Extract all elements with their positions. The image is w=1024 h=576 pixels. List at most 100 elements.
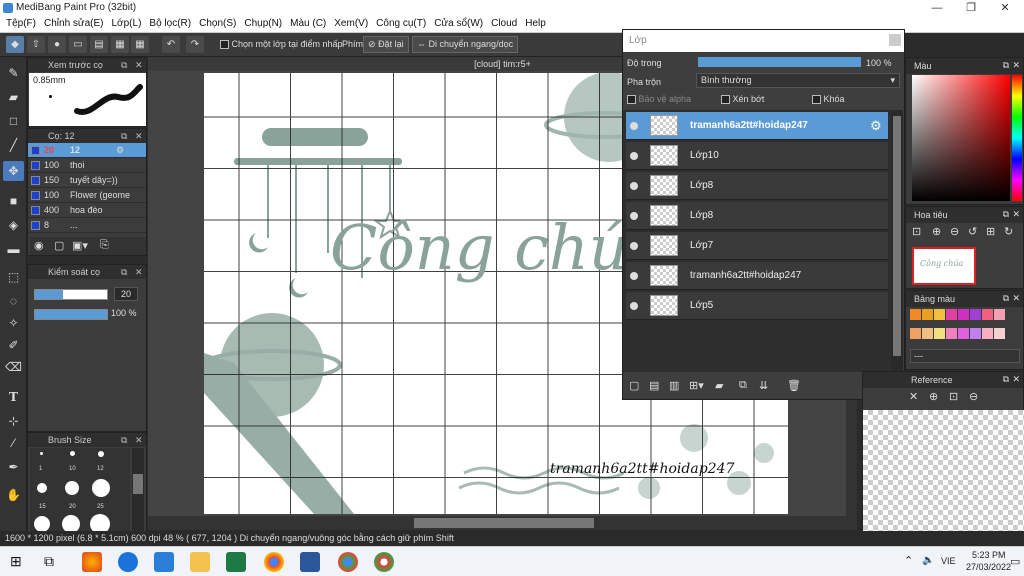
close-icon[interactable]: ✕ <box>135 433 143 447</box>
save-icon[interactable]: ⇧ <box>27 36 45 53</box>
layer-list-scrollbar[interactable] <box>891 110 903 372</box>
palette-swatch[interactable] <box>970 327 981 339</box>
palette-swatch[interactable] <box>946 327 957 339</box>
scrollbar-thumb[interactable] <box>414 518 594 528</box>
medibang-icon[interactable] <box>374 552 394 572</box>
file-explorer-icon[interactable] <box>190 552 210 572</box>
bucket-tool-icon[interactable]: ◈ <box>3 215 24 235</box>
size-dot[interactable] <box>34 516 50 532</box>
move-tool-icon[interactable]: ✥ <box>3 161 24 181</box>
close-icon[interactable]: ✕ <box>135 129 143 143</box>
brush-opacity-slider[interactable] <box>34 309 108 320</box>
visibility-icon[interactable] <box>630 122 638 130</box>
fill-rect-tool-icon[interactable]: ■ <box>3 191 24 211</box>
brush-copy-icon[interactable]: ⎘ <box>100 239 109 252</box>
size-dot[interactable] <box>40 452 43 455</box>
palette-name-field[interactable]: --- <box>910 349 1020 363</box>
undo-icon[interactable]: ↶ <box>162 36 180 53</box>
speaker-icon[interactable]: 🔈 <box>922 555 934 566</box>
clock-time[interactable]: 5:23 PM <box>972 550 1006 560</box>
edge-icon[interactable] <box>118 552 138 572</box>
menu-color[interactable]: Màu (C) <box>288 16 332 32</box>
palette-swatch[interactable] <box>982 309 993 320</box>
duplicate-layer-icon[interactable]: ⧉ <box>739 379 747 392</box>
popout-icon[interactable]: ⧉ <box>1003 60 1009 71</box>
close-button[interactable]: ✕ <box>988 0 1022 16</box>
layer-row[interactable]: Lớp5 <box>626 292 888 320</box>
layer-row[interactable]: Lớp8 <box>626 172 888 200</box>
text-bubble-icon[interactable]: ▭ <box>69 36 87 53</box>
zoom-in-icon[interactable]: ⊕ <box>929 390 938 403</box>
brush-tool-icon[interactable]: ✎ <box>3 63 24 83</box>
close-icon[interactable]: ✕ <box>1012 60 1020 71</box>
line-tool-icon[interactable]: ╱ <box>3 135 24 155</box>
brush-item[interactable]: 400 hoa đèo <box>28 203 146 218</box>
gradient-tool-icon[interactable]: ▬ <box>3 239 24 259</box>
palette-swatch[interactable] <box>970 309 981 320</box>
panel-icon[interactable]: ▦ <box>111 36 129 53</box>
layer-opacity-slider[interactable] <box>698 57 861 67</box>
new-layer-icon[interactable]: ▢ <box>629 379 639 392</box>
palette-swatch[interactable] <box>922 327 933 339</box>
menu-edit[interactable]: Chỉnh sửa(E) <box>42 16 110 32</box>
layer-panel-close-icon[interactable] <box>889 34 901 46</box>
menu-cloud[interactable]: Cloud <box>489 16 523 32</box>
close-icon[interactable]: ✕ <box>135 265 143 279</box>
scrollbar-thumb[interactable] <box>893 116 901 356</box>
hue-slider[interactable] <box>1012 75 1022 201</box>
fit-icon[interactable]: ⊡ <box>912 225 921 238</box>
menu-window[interactable]: Cửa sổ(W) <box>432 16 489 32</box>
notification-icon[interactable]: ▭ <box>1010 555 1020 568</box>
blend-mode-select[interactable]: Bình thường ▾ <box>696 73 900 88</box>
reset-button[interactable]: ⊘ Đặt lại <box>363 36 409 53</box>
chevron-up-icon[interactable]: ⌃ <box>904 554 913 567</box>
redo-icon[interactable]: ↷ <box>186 36 204 53</box>
lasso-tool-icon[interactable]: ◌ <box>3 291 24 311</box>
brush-size-slider[interactable] <box>34 289 108 300</box>
eyedropper-tool-icon[interactable]: ⁄ <box>3 433 24 453</box>
hand-tool-icon[interactable]: ✋ <box>3 485 24 505</box>
magic-wand-tool-icon[interactable]: ✧ <box>3 313 24 333</box>
shape-tool-icon[interactable]: □ <box>3 111 24 131</box>
protect-alpha-checkbox[interactable] <box>627 95 636 105</box>
scrollbar-thumb[interactable] <box>133 474 143 494</box>
zoom-out-icon[interactable]: ⊖ <box>969 390 978 403</box>
palette-swatch[interactable] <box>958 309 969 320</box>
menu-select[interactable]: Chọn(S) <box>197 16 242 32</box>
menu-view[interactable]: Xem(V) <box>332 16 374 32</box>
brush-mode-icon[interactable]: ◆ <box>6 36 24 53</box>
palette-swatch[interactable] <box>910 309 921 320</box>
palette-swatch[interactable] <box>994 309 1005 320</box>
size-dot[interactable] <box>70 451 75 456</box>
visibility-icon[interactable] <box>630 182 638 190</box>
menu-tools[interactable]: Công cụ(T) <box>374 16 432 32</box>
new-8bit-layer-icon[interactable]: ▥ <box>669 379 679 392</box>
popout-icon[interactable]: ⧉ <box>121 129 127 143</box>
clock-date[interactable]: 27/03/2022 <box>966 562 1011 572</box>
add-layer-menu-icon[interactable]: ⊞▾ <box>689 379 704 392</box>
close-icon[interactable]: ✕ <box>1012 374 1020 385</box>
comment-icon[interactable]: ● <box>48 36 66 53</box>
zoom-out-icon[interactable]: ⊖ <box>950 225 959 238</box>
select-eraser-tool-icon[interactable]: ⌫ <box>3 357 24 377</box>
palette-swatch[interactable] <box>958 327 969 339</box>
firefox-icon[interactable] <box>82 552 102 572</box>
menu-snap[interactable]: Chụp(N) <box>242 16 288 32</box>
select-rect-tool-icon[interactable]: ⬚ <box>3 267 24 287</box>
canvas-hscrollbar[interactable] <box>148 516 857 530</box>
palette-swatch[interactable] <box>946 309 957 320</box>
layer-row[interactable]: tramanh6a2tt#hoidap247 <box>626 262 888 290</box>
palette-swatch[interactable] <box>934 327 945 339</box>
select-pen-tool-icon[interactable]: ✐ <box>3 335 24 355</box>
lock-checkbox[interactable] <box>812 95 821 105</box>
visibility-icon[interactable] <box>630 272 638 280</box>
color-picker-square[interactable] <box>912 75 1010 201</box>
operation-tool-icon[interactable]: ⊹ <box>3 411 24 431</box>
brush-size-scrollbar[interactable] <box>132 448 144 531</box>
brush-item[interactable]: 8... <box>28 218 146 233</box>
brush-item[interactable]: 20 12 ⚙ <box>28 143 146 158</box>
new-brush-icon[interactable]: ▢ <box>54 239 64 252</box>
windows-start-icon[interactable]: ⊞ <box>10 553 22 570</box>
select-layer-checkbox[interactable] <box>220 40 229 50</box>
palette-swatch[interactable] <box>910 327 921 339</box>
